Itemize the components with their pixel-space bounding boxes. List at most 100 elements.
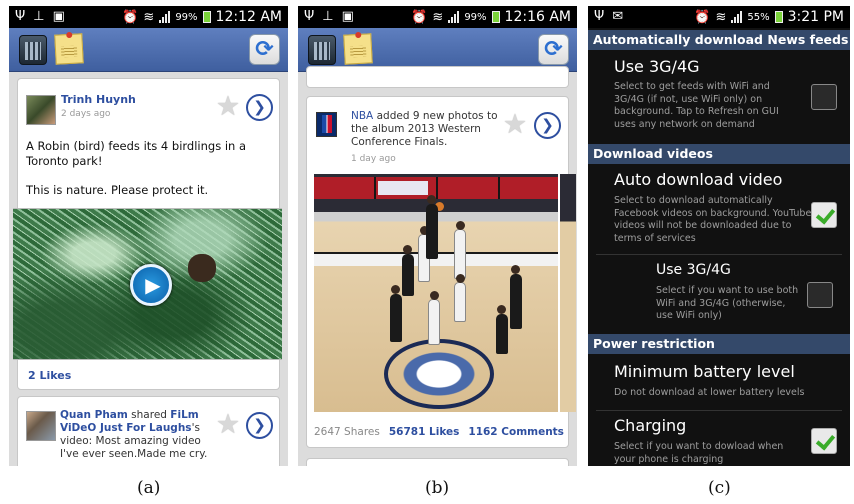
app-logo-icon[interactable] — [308, 35, 336, 65]
status-bar: Ψ ⊥ ▣ ⏰ ≋ 99% 12:16 AM — [298, 6, 577, 28]
usb-icon: Ψ — [594, 9, 605, 24]
likes-count[interactable]: 56781 Likes — [389, 426, 460, 438]
post-author[interactable]: Trinh Huynh — [61, 93, 136, 106]
player — [510, 265, 522, 329]
post-text-2: This is nature. Please protect it. — [26, 183, 209, 197]
post-time: 1 day ago — [351, 154, 396, 164]
setting-description: Select if you want to use both WiFi and … — [656, 285, 799, 321]
screenshot-a: Ψ ⊥ ▣ ⏰ ≋ 99% 12:12 AM ⟳ Trinh Huynh 2 day… — [9, 6, 288, 466]
post-text: Quan Pham shared FiLm ViDeO Just For Lau… — [60, 409, 220, 461]
refresh-icon[interactable]: ⟳ — [249, 34, 280, 65]
comments-count[interactable]: 1162 Comments — [468, 426, 564, 438]
chevron-right-icon[interactable]: ❯ — [246, 412, 273, 439]
app-bar: ⟳ — [9, 28, 288, 72]
player — [496, 305, 508, 354]
star-icon[interactable]: ★ — [214, 93, 242, 121]
player — [454, 274, 466, 322]
status-bar: Ψ ✉ ⏰ ≋ 55% 3:21 PM — [588, 6, 850, 28]
battery-percent: 99% — [175, 11, 198, 23]
alarm-icon: ⏰ — [694, 9, 711, 25]
battery-percent: 99% — [464, 11, 487, 23]
post-author[interactable]: Quan Pham — [60, 409, 128, 421]
battery-icon — [202, 11, 211, 23]
setting-description: Select if you want to dowload when your … — [614, 441, 784, 465]
checkbox-icon[interactable] — [811, 84, 837, 110]
player — [402, 245, 414, 296]
setting-title: Use 3G/4G — [614, 57, 700, 76]
chevron-right-icon[interactable]: ❯ — [246, 94, 273, 121]
setting-title: Auto download video — [614, 170, 783, 189]
setting-title: Charging — [614, 416, 687, 435]
gallery-icon: ▣ — [341, 9, 354, 24]
screenshot-b: Ψ ⊥ ▣ ⏰ ≋ 99% 12:16 AM ⟳ NBA added 9 new p… — [298, 6, 577, 466]
star-icon[interactable]: ★ — [214, 411, 242, 439]
status-time: 12:16 AM — [504, 9, 571, 25]
alarm-icon: ⏰ — [122, 9, 139, 25]
post-action: shared — [131, 409, 167, 421]
wifi-icon: ≋ — [715, 9, 727, 25]
screenshot-c: Ψ ✉ ⏰ ≋ 55% 3:21 PM Automatically downloa… — [588, 6, 850, 466]
app-logo-icon[interactable] — [19, 35, 47, 65]
refresh-icon[interactable]: ⟳ — [538, 34, 569, 65]
section-header-download-videos: Download videos — [588, 144, 850, 164]
player — [390, 285, 402, 342]
arena-banner — [314, 177, 558, 199]
bird-image — [188, 254, 216, 282]
divider — [596, 254, 842, 255]
alarm-icon: ⏰ — [411, 9, 428, 25]
sticky-note-icon[interactable] — [54, 33, 84, 65]
checkbox-icon[interactable] — [807, 282, 833, 308]
nba-logo-icon[interactable] — [316, 112, 337, 137]
signal-icon — [731, 11, 743, 23]
signal-icon — [448, 11, 460, 23]
player — [454, 221, 466, 279]
post-text: A Robin (bird) feeds its 4 birdlings in … — [26, 139, 247, 168]
battery-percent: 55% — [747, 11, 770, 23]
post-stats: 2647 Shares 56781 Likes 1162 Comments — [314, 426, 564, 438]
checkbox-icon[interactable] — [811, 428, 837, 454]
shares-count[interactable]: 2647 Shares — [314, 426, 380, 438]
player — [428, 291, 440, 345]
post-action: added 9 new photos to the album 2013 Wes… — [351, 110, 498, 148]
wifi-icon: ≋ — [143, 9, 155, 25]
feed-post-next — [306, 458, 569, 466]
checkbox-icon[interactable] — [811, 202, 837, 228]
post-text: NBA added 9 new photos to the album 2013… — [351, 110, 501, 149]
upload-icon: ⊥ — [33, 9, 45, 24]
center-court-logo — [384, 339, 494, 409]
status-bar: Ψ ⊥ ▣ ⏰ ≋ 99% 12:12 AM — [9, 6, 288, 28]
caption-a: (a) — [137, 478, 161, 498]
sticky-note-icon[interactable] — [343, 33, 373, 65]
usb-icon: Ψ — [15, 9, 26, 24]
avatar[interactable] — [26, 95, 56, 125]
usb-icon: Ψ — [304, 9, 315, 24]
battery-icon — [491, 11, 500, 23]
section-header-news-feeds: Automatically download News feeds — [588, 30, 850, 50]
play-icon[interactable]: ▶ — [130, 264, 172, 306]
battery-icon — [774, 11, 783, 23]
caption-c: (c) — [708, 478, 731, 498]
feed-post[interactable]: Quan Pham shared FiLm ViDeO Just For Lau… — [17, 396, 280, 466]
photo-basketball-game[interactable] — [314, 174, 558, 412]
setting-description: Select to download automatically Faceboo… — [614, 195, 812, 244]
gallery-icon: ▣ — [52, 9, 65, 24]
status-time: 3:21 PM — [787, 9, 844, 25]
post-time: 2 days ago — [61, 109, 111, 119]
wifi-icon: ≋ — [432, 9, 444, 25]
setting-description: Do not download at lower battery levels — [614, 387, 805, 398]
video-thumbnail[interactable]: ▶ — [13, 208, 282, 360]
player — [426, 195, 438, 259]
setting-title: Minimum battery level — [614, 362, 795, 381]
star-icon[interactable]: ★ — [501, 111, 529, 139]
caption-b: (b) — [425, 478, 450, 498]
feed-post-previous — [306, 66, 569, 88]
email-icon: ✉ — [612, 9, 624, 24]
avatar[interactable] — [26, 411, 56, 441]
likes-count[interactable]: 2 Likes — [28, 369, 71, 382]
chevron-right-icon[interactable]: ❯ — [534, 112, 561, 139]
divider — [596, 410, 842, 411]
section-header-power-restriction: Power restriction — [588, 334, 850, 354]
post-author[interactable]: NBA — [351, 110, 373, 122]
next-photo-preview[interactable] — [560, 174, 576, 412]
setting-description: Select to get feeds with WiFi and 3G/4G … — [614, 81, 779, 130]
